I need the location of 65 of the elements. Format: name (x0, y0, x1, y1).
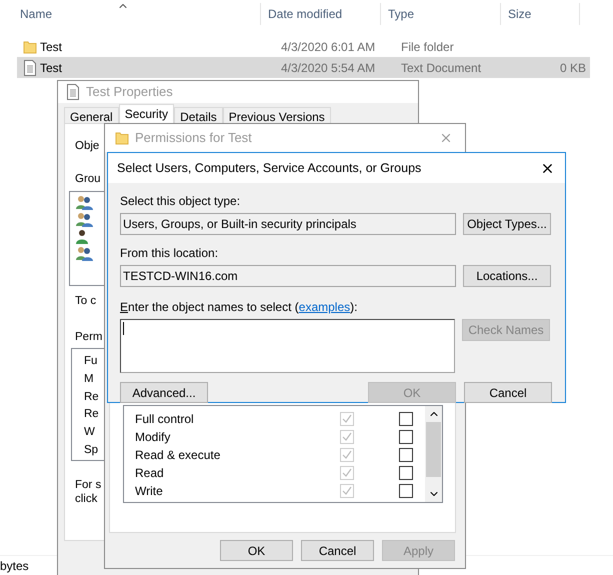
tab[interactable]: Previous Versions (222, 107, 331, 123)
column-header[interactable]: Date modified (268, 5, 342, 23)
type-cell-text: Text Document (400, 60, 482, 76)
users-icon (76, 195, 93, 210)
permission-name: Fu (84, 354, 98, 369)
change-hint: To c (75, 294, 96, 308)
permission-name: W (84, 425, 95, 440)
scrollbar[interactable] (425, 406, 442, 502)
dialog-button[interactable]: Object Types... (463, 213, 551, 235)
dialog-button[interactable]: Advanced... (120, 382, 208, 403)
folder-icon (115, 131, 129, 145)
permission-name: Read (135, 465, 165, 482)
file-row[interactable]: Test 4/3/2020 5:54 AM Text Document 0 KB (17, 57, 590, 78)
permission-name: Sp (84, 443, 98, 458)
document-icon (66, 84, 80, 100)
folder-icon (23, 40, 37, 54)
permissions-label: Perm (75, 330, 102, 345)
user-icon (76, 229, 88, 244)
advanced-hint: For s (75, 478, 102, 492)
permission-name: Re (84, 407, 99, 422)
date-cell-text: 4/3/2020 5:54 AM (280, 60, 376, 76)
users-icon (76, 212, 93, 227)
file-name: Test (40, 38, 62, 56)
column-header[interactable]: Type (388, 5, 414, 23)
field-label: From this location: (120, 245, 220, 262)
advanced-hint: click (75, 492, 98, 506)
permission-name: Write (135, 483, 164, 500)
dialog-title: Select Users, Computers, Service Accounts, or Groups (117, 160, 422, 177)
groups-label: Grou (75, 172, 101, 188)
field-label: Enter the object names to select (examples): (120, 299, 358, 316)
checkbox[interactable] (399, 448, 413, 462)
date-cell-text: 4/3/2020 6:01 AM (280, 38, 376, 56)
checkbox[interactable] (399, 412, 413, 426)
type-cell-text: File folder (400, 38, 455, 56)
file-row[interactable]: Test 4/3/2020 6:01 AM File folder (17, 36, 590, 57)
dialog-button[interactable]: Cancel (464, 382, 552, 403)
permission-name: Re (84, 390, 99, 405)
document-icon (23, 60, 37, 76)
column-header[interactable]: Size (508, 5, 532, 23)
dialog-button[interactable]: Locations... (463, 265, 551, 287)
examples-link[interactable]: examples (298, 300, 350, 314)
status-text: bytes (0, 558, 29, 574)
size-cell-text: 0 KB (558, 60, 586, 76)
column-header[interactable]: Name (20, 5, 52, 23)
permission-name: M (84, 372, 94, 387)
window-title: Test Properties (86, 83, 173, 102)
tab[interactable]: General (64, 107, 119, 123)
file-name: Test (40, 60, 62, 76)
field-label: Select this object type: (120, 193, 242, 210)
location-field[interactable]: TESTCD-WIN16.com (120, 265, 456, 287)
checkbox[interactable] (399, 430, 413, 444)
object-type-field[interactable]: Users, Groups, or Built-in security principals (120, 213, 456, 235)
dialog-button[interactable]: Cancel (301, 540, 374, 561)
users-icon (76, 246, 93, 261)
tab[interactable]: Security (118, 104, 174, 123)
object-names-field[interactable] (120, 319, 455, 373)
window-title: Permissions for Test (135, 129, 252, 148)
checkbox[interactable] (399, 466, 413, 480)
permission-name: Modify (135, 429, 172, 446)
checkbox[interactable] (399, 484, 413, 498)
object-label: Obje (75, 139, 100, 154)
dialog-button[interactable]: OK (220, 540, 293, 561)
permission-name: Full control (135, 411, 195, 428)
tab[interactable]: Details (174, 107, 223, 123)
permission-name: Read & execute (135, 447, 222, 464)
